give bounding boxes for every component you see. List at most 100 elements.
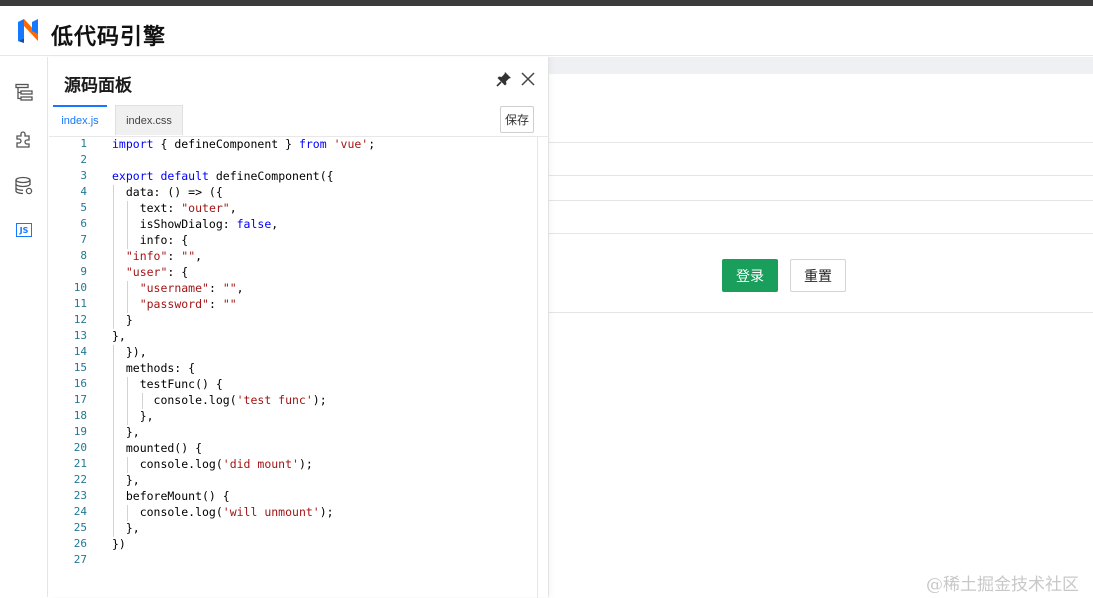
indent-guide — [113, 297, 114, 313]
code-line: }, — [112, 521, 140, 535]
database-icon[interactable] — [13, 175, 35, 197]
code-line: console.log('will unmount'); — [112, 505, 334, 519]
code-editor[interactable]: 1 import { defineComponent } from 'vue'; 2… — [49, 136, 549, 598]
line-number: 23 — [73, 489, 87, 502]
code-keyword: false — [236, 217, 272, 231]
indent-guide — [113, 377, 114, 393]
code-text: }, — [112, 425, 140, 439]
line-number: 4 — [80, 185, 87, 198]
code-string: 'will unmount' — [222, 505, 320, 519]
code-text: ); — [312, 393, 327, 407]
tab-index-js[interactable]: index.js — [53, 105, 107, 135]
code-text: , — [229, 201, 237, 215]
code-line: "username": "", — [112, 281, 244, 295]
indent-guide — [113, 521, 114, 537]
line-number: 6 — [80, 217, 87, 230]
close-icon[interactable] — [519, 70, 537, 88]
code-string: "user" — [125, 265, 168, 279]
line-number: 14 — [73, 345, 87, 358]
code-text: }, — [112, 473, 140, 487]
form-row-divider — [549, 142, 1093, 143]
indent-guide — [113, 457, 114, 473]
indent-guide — [127, 201, 129, 217]
line-number: 2 — [80, 153, 87, 166]
indent-guide — [127, 297, 129, 313]
code-line: export default defineComponent({ — [112, 169, 334, 183]
code-text: testFunc() { — [112, 377, 223, 391]
js-icon[interactable]: JS — [13, 219, 35, 241]
code-line: import { defineComponent } from 'vue'; — [112, 137, 375, 151]
line-number: 12 — [73, 313, 87, 326]
code-text: ); — [298, 457, 313, 471]
code-text: }), — [112, 345, 147, 359]
code-line: }) — [112, 537, 126, 551]
form-row-divider — [549, 200, 1093, 201]
code-string: "outer" — [181, 201, 230, 215]
line-number: 16 — [73, 377, 87, 390]
code-string: "" — [222, 297, 237, 311]
code-string: "info" — [125, 249, 168, 263]
code-text: : — [167, 249, 182, 263]
code-text: { defineComponent } — [153, 137, 299, 151]
line-number: 9 — [80, 265, 87, 278]
form-row-divider — [549, 233, 1093, 234]
indent-guide — [113, 505, 114, 521]
code-line: "user": { — [112, 265, 188, 279]
code-line: } — [112, 313, 133, 327]
line-number: 7 — [80, 233, 87, 246]
code-line: testFunc() { — [112, 377, 223, 391]
reset-button[interactable]: 重置 — [790, 259, 846, 292]
code-text: console.log( — [112, 393, 237, 407]
code-string: 'vue' — [333, 137, 369, 151]
indent-guide — [127, 217, 129, 233]
save-button[interactable]: 保存 — [500, 106, 534, 133]
indent-guide — [127, 505, 129, 521]
pin-icon[interactable] — [495, 70, 513, 88]
login-button[interactable]: 登录 — [722, 259, 778, 292]
code-line: console.log('did mount'); — [112, 457, 313, 471]
line-number: 21 — [73, 457, 87, 470]
line-number: 22 — [73, 473, 87, 486]
code-text: defineComponent({ — [208, 169, 334, 183]
code-line: beforeMount() { — [112, 489, 230, 503]
brand-title: 低代码引擎 — [51, 25, 167, 50]
indent-guide — [141, 393, 143, 409]
code-line: console.log('test func'); — [112, 393, 327, 407]
line-number: 13 — [73, 329, 87, 342]
indent-guide — [113, 361, 114, 377]
code-line: }, — [112, 473, 140, 487]
indent-guide — [127, 409, 129, 425]
line-number: 20 — [73, 441, 87, 454]
code-text: mounted() { — [112, 441, 203, 455]
code-text: , — [271, 217, 279, 231]
code-text: : { — [167, 265, 189, 279]
code-text: beforeMount() { — [112, 489, 230, 503]
line-number: 5 — [80, 201, 87, 214]
code-keyword: export — [112, 169, 154, 183]
indent-guide — [113, 249, 114, 265]
indent-guide — [127, 281, 129, 297]
line-number: 26 — [73, 537, 87, 550]
code-keyword: from — [298, 137, 327, 151]
code-line: "password": "" — [112, 297, 237, 311]
code-string: 'did mount' — [222, 457, 299, 471]
code-keyword: import — [112, 137, 154, 151]
outline-tree-icon[interactable] — [13, 81, 35, 103]
indent-guide — [113, 473, 114, 489]
form-row-divider — [549, 312, 1093, 313]
code-text: console.log( — [112, 457, 223, 471]
code-text: }) — [112, 537, 126, 551]
puzzle-icon[interactable] — [13, 128, 35, 150]
tab-index-css[interactable]: index.css — [115, 105, 183, 135]
indent-guide — [113, 265, 114, 281]
code-keyword: default — [160, 169, 209, 183]
code-line: methods: { — [112, 361, 195, 375]
code-string: "password" — [139, 297, 209, 311]
source-code-panel: 源码面板 index.js index.css 保存 1 import { def… — [49, 57, 549, 598]
panel-title: 源码面板 — [64, 76, 132, 96]
indent-guide — [113, 425, 114, 441]
indent-guide — [113, 489, 114, 505]
indent-guide — [113, 281, 114, 297]
code-text: methods: { — [112, 361, 196, 375]
